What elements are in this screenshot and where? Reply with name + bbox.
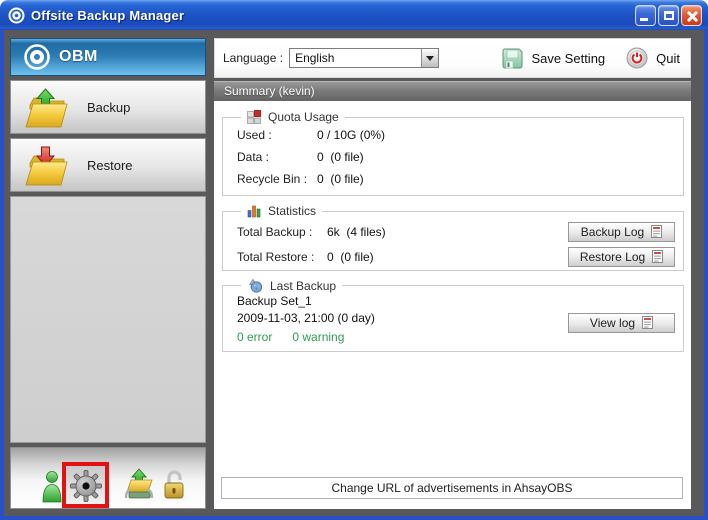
quota-bricks-icon — [247, 110, 261, 124]
advertisement-banner[interactable]: Change URL of advertisements in AhsayOBS — [221, 477, 683, 499]
backup-log-button[interactable]: Backup Log — [568, 222, 675, 242]
language-selected-value: English — [290, 49, 421, 67]
quota-data-value: 0 (0 file) — [317, 146, 364, 168]
document-icon — [652, 250, 663, 263]
window-title: Offsite Backup Manager — [31, 8, 184, 23]
statistics-bars-icon — [247, 204, 261, 218]
obm-logo-text: OBM — [59, 48, 98, 66]
stat-row-backup: Total Backup : 6k (4 files) Backup Log — [237, 220, 675, 243]
stat-row-restore: Total Restore : 0 (0 file) Restore Log — [237, 245, 675, 268]
statistics-title: Statistics — [268, 204, 316, 218]
summary-header: Summary (kevin) — [214, 81, 691, 101]
last-backup-icon — [247, 278, 263, 293]
sidebar-empty-panel — [10, 196, 206, 443]
total-backup-label: Total Backup : — [237, 225, 327, 239]
obm-logo-icon — [23, 43, 51, 71]
maximize-button[interactable] — [658, 5, 679, 26]
warning-count: 0 warning — [292, 328, 344, 346]
backup-datetime: 2009-11-03, 21:00 (0 day) — [237, 310, 568, 327]
quota-usage-legend: Quota Usage — [241, 110, 345, 124]
quota-row-data: Data : 0 (0 file) — [237, 146, 675, 168]
restore-folder-icon — [21, 143, 71, 187]
language-select[interactable]: English — [289, 48, 439, 68]
quit-button[interactable]: Quit — [625, 46, 680, 70]
app-window: Offsite Backup Manager OBM — [0, 0, 708, 520]
total-restore-label: Total Restore : — [237, 250, 327, 264]
obm-logo-banner: OBM — [10, 38, 206, 76]
last-backup-details: Backup Set_1 2009-11-03, 21:00 (0 day) 0… — [237, 293, 568, 346]
sidebar-item-restore[interactable]: Restore — [10, 138, 206, 192]
error-count: 0 error — [237, 328, 272, 346]
quota-usage-title: Quota Usage — [268, 110, 339, 124]
sidebar-item-label: Restore — [87, 158, 133, 173]
topbar: Language : English Sa — [214, 38, 691, 78]
chevron-down-icon — [426, 56, 434, 61]
main-content: Quota Usage Used : 0 / 10G (0%) Data : 0… — [214, 101, 691, 509]
backup-folder-icon — [21, 85, 71, 129]
quit-label: Quit — [656, 51, 680, 66]
language-label: Language : — [223, 51, 283, 65]
quota-row-recycle: Recycle Bin : 0 (0 file) — [237, 168, 675, 190]
statistics-group: Statistics Total Backup : 6k (4 files) B… — [222, 204, 684, 271]
minimize-button[interactable] — [635, 5, 656, 26]
last-backup-title: Last Backup — [270, 279, 336, 293]
save-setting-button[interactable]: Save Setting — [501, 47, 605, 70]
document-icon — [651, 225, 662, 238]
backup-log-label: Backup Log — [581, 225, 644, 239]
sidebar-icon-bar — [10, 447, 206, 509]
close-button[interactable] — [681, 5, 702, 26]
save-setting-label: Save Setting — [531, 51, 605, 66]
window-frame: OBM Backup — [0, 30, 708, 520]
total-backup-value: 6k (4 files) — [327, 225, 568, 239]
statistics-legend: Statistics — [241, 204, 322, 218]
language-dropdown-button[interactable] — [421, 49, 438, 67]
quota-recycle-value: 0 (0 file) — [317, 168, 364, 190]
quota-usage-group: Quota Usage Used : 0 / 10G (0%) Data : 0… — [222, 110, 684, 196]
quota-recycle-label: Recycle Bin : — [237, 168, 317, 190]
quota-used-value: 0 / 10G (0%) — [317, 124, 385, 146]
quota-row-used: Used : 0 / 10G (0%) — [237, 124, 675, 146]
user-icon[interactable] — [41, 470, 63, 504]
view-log-label: View log — [590, 316, 635, 330]
last-backup-group: Last Backup Backup Set_1 2009-11-03, 21:… — [222, 278, 684, 352]
app-logo-icon — [8, 7, 25, 24]
sidebar-item-label: Backup — [87, 100, 130, 115]
lock-icon[interactable] — [161, 468, 187, 502]
quota-data-label: Data : — [237, 146, 317, 168]
quit-power-icon — [625, 46, 649, 70]
quota-used-label: Used : — [237, 124, 317, 146]
document-icon — [642, 316, 653, 329]
restore-log-label: Restore Log — [580, 250, 645, 264]
restore-log-button[interactable]: Restore Log — [568, 247, 675, 267]
export-backup-icon[interactable] — [123, 468, 155, 504]
sidebar-item-backup[interactable]: Backup — [10, 80, 206, 134]
total-restore-value: 0 (0 file) — [327, 250, 568, 264]
settings-gear-icon[interactable] — [70, 470, 102, 502]
last-backup-legend: Last Backup — [241, 278, 342, 293]
titlebar[interactable]: Offsite Backup Manager — [0, 0, 708, 30]
minimize-icon — [640, 18, 648, 21]
maximize-icon — [664, 11, 674, 20]
save-floppy-icon — [501, 47, 524, 70]
backup-set-name: Backup Set_1 — [237, 293, 568, 310]
view-log-button[interactable]: View log — [568, 313, 675, 333]
